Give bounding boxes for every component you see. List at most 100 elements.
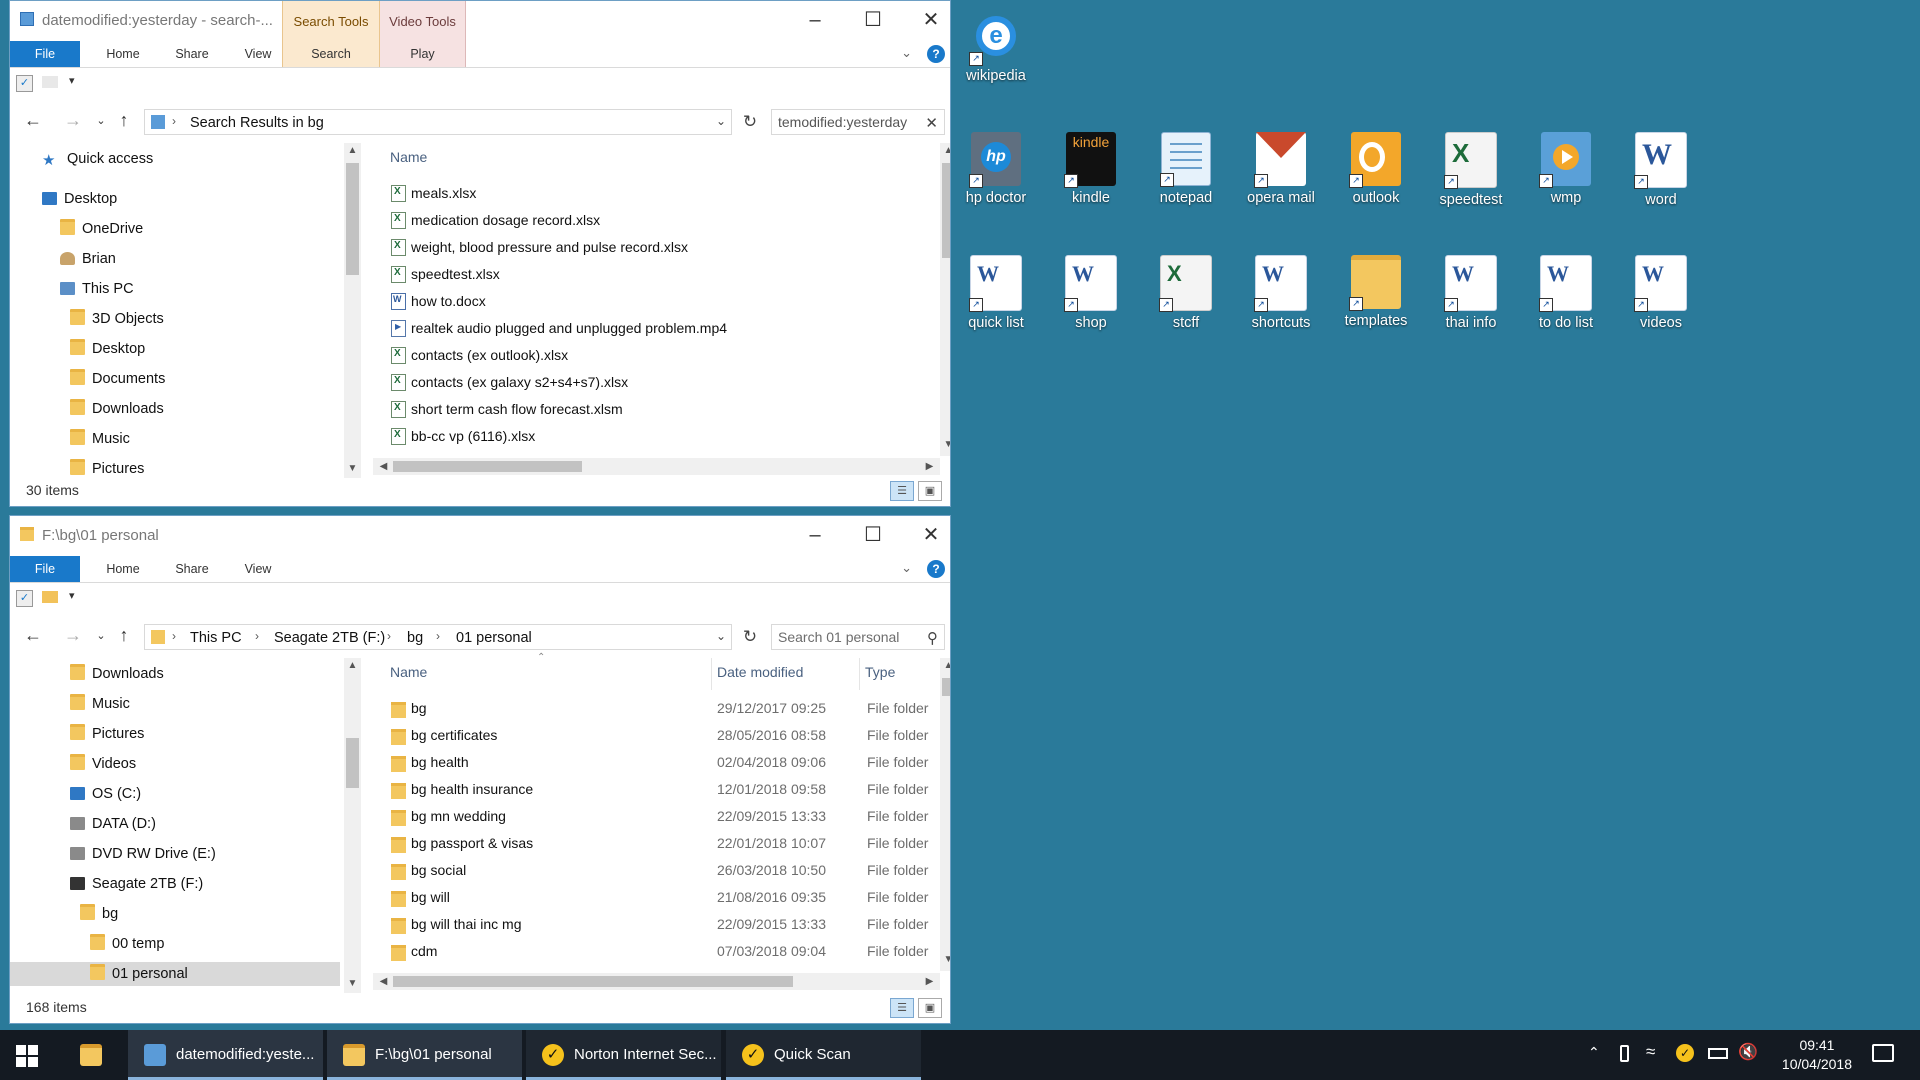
refresh-button[interactable]: ↻ (737, 109, 763, 135)
forward-button[interactable]: → (62, 625, 84, 646)
sidebar-item-pictures[interactable]: Pictures (70, 457, 144, 478)
breadcrumb-bg[interactable]: bg (407, 630, 423, 646)
scroll-left-icon[interactable]: ◀ (375, 973, 392, 990)
sidebar-item-videos[interactable]: Videos (70, 752, 136, 776)
table-row[interactable]: bg will 21/08/2016 09:35 File folder (391, 887, 939, 909)
taskbar-app-personal-folder[interactable]: F:\bg\01 personal (327, 1030, 522, 1080)
sidebar-item-music[interactable]: Music (70, 692, 130, 716)
file-list-hscrollbar[interactable]: ◀ ▶ (373, 458, 940, 475)
scroll-right-icon[interactable]: ▶ (921, 973, 938, 990)
norton-tray-icon[interactable]: ✓ (1676, 1044, 1694, 1062)
taskbar-app-norton[interactable]: ✓ Norton Internet Sec... (526, 1030, 721, 1080)
up-button[interactable]: ↑ (113, 625, 135, 646)
column-header-type[interactable]: Type (865, 664, 895, 680)
expand-ribbon-chevron-icon[interactable]: ⌄ (901, 45, 912, 61)
desktop-icon-wmp[interactable]: ↗ wmp (1518, 132, 1614, 206)
file-list-hscrollbar[interactable]: ◀ ▶ (373, 973, 940, 990)
taskbar-app-quick-scan[interactable]: ✓ Quick Scan (726, 1030, 921, 1080)
clear-search-icon[interactable]: ✕ (925, 114, 938, 132)
sidebar-item-00-temp[interactable]: 00 temp (90, 932, 164, 956)
address-dropdown-icon[interactable]: ⌄ (716, 629, 726, 643)
column-header-name[interactable]: Name (390, 149, 427, 165)
desktop-icon-speedtest[interactable]: X ↗ speedtest (1423, 132, 1519, 208)
sidebar-item-os-c[interactable]: OS (C:) (70, 782, 141, 806)
sidebar-item-desktop[interactable]: Desktop (42, 187, 117, 211)
usb-device-icon[interactable] (1620, 1045, 1629, 1062)
file-list-scrollbar[interactable]: ▲ ▼ (940, 658, 950, 971)
up-button[interactable]: ↑ (113, 110, 135, 131)
desktop-icon-quick-list[interactable]: W ↗ quick list (948, 255, 1044, 331)
refresh-button[interactable]: ↻ (737, 624, 763, 650)
scroll-left-icon[interactable]: ◀ (375, 458, 392, 475)
search-input[interactable]: Search 01 personal ⚲ (771, 624, 945, 650)
details-view-button[interactable]: ☰ (890, 998, 914, 1018)
properties-icon[interactable]: ✓ (16, 590, 33, 607)
minimize-button[interactable]: – (786, 1, 844, 41)
new-folder-icon[interactable] (42, 76, 58, 88)
breadcrumb-separator-icon[interactable]: › (172, 114, 176, 128)
tab-file[interactable]: File (10, 41, 80, 67)
tab-file[interactable]: File (10, 556, 80, 582)
tab-play[interactable]: Play (380, 41, 466, 67)
show-hidden-icons-chevron-icon[interactable]: ⌃ (1588, 1044, 1600, 1061)
breadcrumb-seagate[interactable]: Seagate 2TB (F:) (274, 630, 385, 646)
battery-icon[interactable] (1708, 1048, 1728, 1059)
desktop-icon-shop[interactable]: W ↗ shop (1043, 255, 1139, 331)
sidebar-item-01-personal[interactable]: 01 personal (10, 962, 340, 986)
details-view-button[interactable]: ☰ (890, 481, 914, 501)
sidebar-item-music[interactable]: Music (70, 427, 130, 451)
title-bar[interactable]: datemodified:yesterday - search-... Sear… (10, 1, 950, 41)
minimize-button[interactable]: – (786, 516, 844, 556)
breadcrumb-separator-icon[interactable]: › (387, 629, 391, 643)
context-tab-video-tools[interactable]: Video Tools (380, 1, 466, 41)
address-dropdown-icon[interactable]: ⌄ (716, 114, 726, 128)
table-row[interactable]: bg 29/12/2017 09:25 File folder (391, 698, 939, 720)
address-bar[interactable]: › This PC › Seagate 2TB (F:) › bg › 01 p… (144, 624, 732, 650)
properties-icon[interactable]: ✓ (16, 75, 33, 92)
context-tab-search-tools[interactable]: Search Tools (282, 1, 380, 41)
table-row[interactable]: bg health 02/04/2018 09:06 File folder (391, 752, 939, 774)
sidebar-item-pictures[interactable]: Pictures (70, 722, 144, 746)
large-icons-view-button[interactable]: ▣ (918, 998, 942, 1018)
table-row[interactable]: bg mn wedding 22/09/2015 13:33 File folder (391, 806, 939, 828)
volume-muted-icon[interactable]: 🔇 (1738, 1042, 1758, 1062)
taskbar-pinned-explorer[interactable] (72, 1030, 112, 1080)
breadcrumb-this-pc[interactable]: This PC (190, 630, 242, 646)
hscroll-thumb[interactable] (393, 461, 582, 472)
scroll-down-icon[interactable]: ▼ (940, 954, 950, 965)
desktop-icon-thai-info[interactable]: W ↗ thai info (1423, 255, 1519, 331)
breadcrumb-separator-icon[interactable]: › (172, 629, 176, 643)
table-row[interactable]: bg passport & visas 22/01/2018 10:07 File … (391, 833, 939, 855)
recent-locations-chevron-icon[interactable]: ⌄ (90, 629, 112, 642)
scroll-down-icon[interactable]: ▼ (940, 439, 950, 450)
expand-ribbon-chevron-icon[interactable]: ⌄ (901, 560, 912, 576)
tab-home[interactable]: Home (94, 556, 152, 582)
windows-start-icon[interactable] (16, 1045, 38, 1067)
column-separator[interactable] (859, 658, 860, 690)
desktop-icon-templates[interactable]: ↗ templates (1328, 255, 1424, 329)
desktop-icon-shortcuts[interactable]: W ↗ shortcuts (1233, 255, 1329, 331)
search-input[interactable]: temodified:yesterday ✕ (771, 109, 945, 135)
large-icons-view-button[interactable]: ▣ (918, 481, 942, 501)
address-bar[interactable]: › Search Results in bg ⌄ (144, 109, 732, 135)
back-button[interactable]: ← (22, 110, 44, 131)
column-header-name[interactable]: Name (390, 664, 427, 680)
sidebar-item-dvd-e[interactable]: DVD RW Drive (E:) (70, 842, 216, 866)
sidebar-item-seagate-f[interactable]: Seagate 2TB (F:) (70, 872, 203, 896)
scroll-right-icon[interactable]: ▶ (921, 458, 938, 475)
new-folder-icon[interactable] (42, 591, 58, 603)
sidebar-item-documents[interactable]: Documents (70, 367, 165, 391)
desktop-icon-stcff[interactable]: X ↗ stcff (1138, 255, 1234, 331)
table-row[interactable]: bg certificates 28/05/2016 08:58 File fold… (391, 725, 939, 747)
sidebar-item-desktop-pc[interactable]: Desktop (70, 337, 145, 361)
scroll-up-icon[interactable]: ▲ (940, 660, 950, 671)
table-row[interactable]: cdm 07/03/2018 09:04 File folder (391, 941, 939, 963)
desktop-icon-word[interactable]: W ↗ word (1613, 132, 1709, 208)
action-center-icon[interactable] (1872, 1044, 1894, 1062)
wifi-icon[interactable]: ≈ (1646, 1042, 1655, 1062)
sidebar-item-data-d[interactable]: DATA (D:) (70, 812, 156, 836)
breadcrumb-separator-icon[interactable]: › (436, 629, 440, 643)
desktop-icon-outlook[interactable]: ↗ outlook (1328, 132, 1424, 206)
tab-view[interactable]: View (230, 41, 286, 67)
desktop-icon-notepad[interactable]: ↗ notepad (1138, 132, 1234, 206)
